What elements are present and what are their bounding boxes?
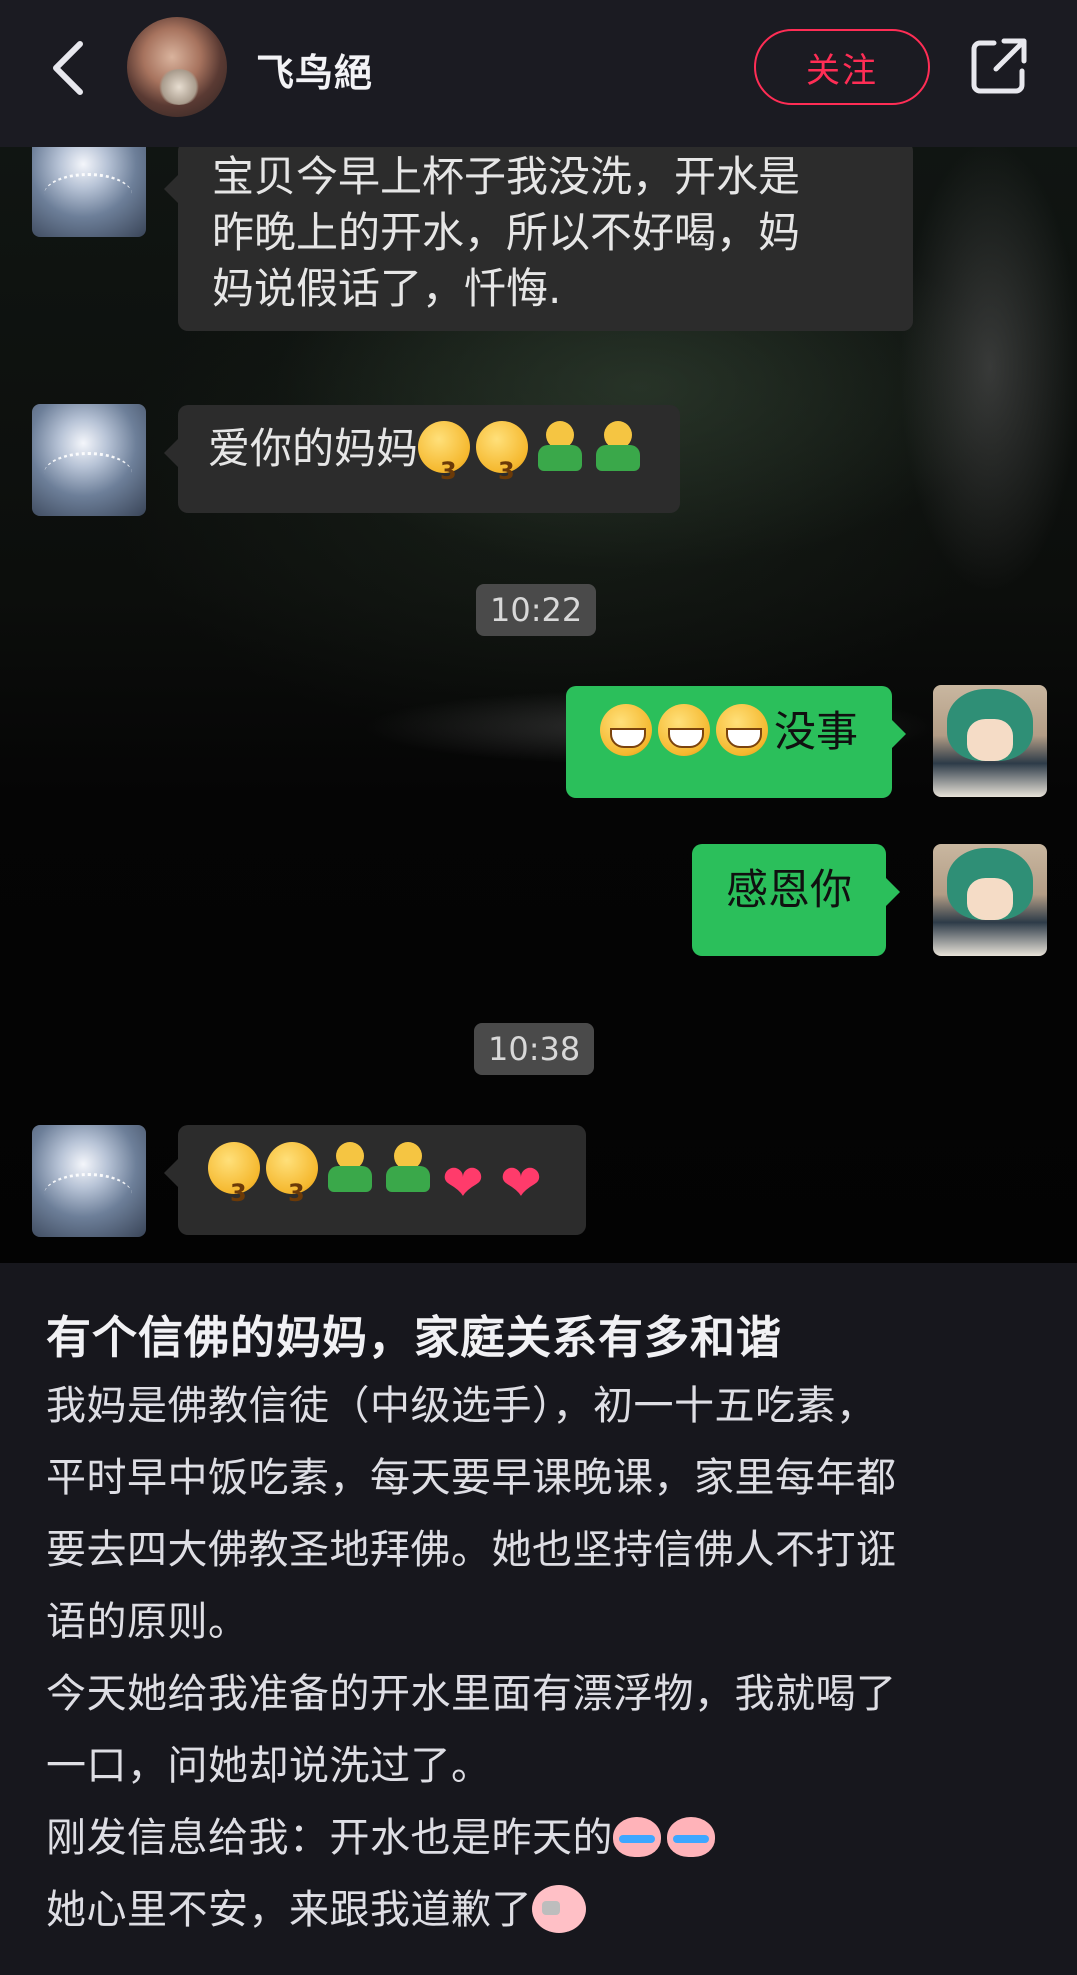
heart-icon — [440, 1138, 492, 1228]
grinning-face-icon — [716, 704, 768, 756]
post-line: 语的原则。 — [46, 1599, 249, 1645]
message-text: 爱你的妈妈 — [208, 424, 419, 473]
grinning-face-icon — [658, 704, 710, 756]
mom-avatar — [32, 147, 146, 237]
hugging-person-icon — [382, 1142, 434, 1194]
message-text-line: 昨晚上的开水，所以不好喝，妈 — [212, 208, 801, 257]
message-bubble — [164, 1125, 586, 1238]
timestamp: 10:38 — [474, 1023, 595, 1075]
username[interactable]: 飞鸟絕 — [256, 42, 373, 97]
mom-avatar — [32, 1125, 146, 1237]
post-content: 有个信佛的妈妈，家庭关系有多和谐 我妈是佛教信徒（中级选手），初一十五吃素， 平… — [0, 1263, 1077, 1975]
kissing-face-icon — [266, 1142, 318, 1238]
share-external-icon[interactable] — [970, 37, 1028, 95]
post-line: 平时早中饭吃素，每天要早课晚课，家里每年都 — [46, 1455, 897, 1501]
post-body: 我妈是佛教信徒（中级选手），初一十五吃素， 平时早中饭吃素，每天要早课晚课，家里… — [46, 1370, 1046, 1946]
heart-icon — [498, 1138, 550, 1228]
avatar[interactable] — [127, 17, 227, 117]
post-line: 我妈是佛教信徒（中级选手），初一十五吃素， — [46, 1383, 877, 1429]
chat-screenshot[interactable]: 宝贝今早上杯子我没洗，开水是 昨晚上的开水，所以不好喝，妈 妈说假话了，忏悔. … — [0, 147, 1077, 1263]
top-bar: 飞鸟絕 关注 — [0, 0, 1077, 147]
follow-button[interactable]: 关注 — [754, 29, 930, 105]
message-text-line: 妈说假话了，忏悔. — [212, 264, 562, 313]
post-line-text: 她心里不安，来跟我道歉了 — [46, 1887, 532, 1933]
post-line: 今天她给我准备的开水里面有漂浮物，我就喝了 — [46, 1671, 897, 1717]
message-bubble: 宝贝今早上杯子我没洗，开水是 昨晚上的开水，所以不好喝，妈 妈说假话了，忏悔. — [164, 147, 913, 331]
hugging-person-icon — [592, 421, 644, 473]
my-avatar — [933, 844, 1047, 956]
grinning-face-icon — [600, 704, 652, 756]
kissing-face-icon — [476, 421, 529, 515]
post-line: 一口，问她却说洗过了。 — [46, 1743, 492, 1789]
post-line-text: 刚发信息给我：开水也是昨天的 — [46, 1815, 613, 1861]
kissing-face-icon — [208, 1142, 260, 1238]
hugging-person-icon — [324, 1142, 376, 1194]
post-line: 刚发信息给我：开水也是昨天的 — [46, 1802, 1046, 1874]
kissing-face-icon — [418, 421, 471, 515]
post-line: 要去四大佛教圣地拜佛。她也坚持信佛人不打诳 — [46, 1527, 897, 1573]
timestamp: 10:22 — [476, 584, 597, 636]
my-avatar — [933, 685, 1047, 797]
message-bubble: 没事 — [566, 686, 907, 798]
message-text: 感恩你 — [726, 865, 853, 914]
message-bubble: 感恩你 — [692, 844, 901, 956]
thinking-face-icon — [532, 1885, 586, 1933]
message-bubble: 爱你的妈妈 — [163, 405, 681, 515]
crying-face-icon — [667, 1817, 715, 1857]
mom-avatar — [32, 404, 146, 516]
post-title: 有个信佛的妈妈，家庭关系有多和谐 — [46, 1311, 783, 1364]
message-text: 没事 — [774, 707, 859, 756]
post-line: 她心里不安，来跟我道歉了 — [46, 1874, 1046, 1946]
hugging-person-icon — [534, 421, 586, 473]
chevron-left-icon[interactable] — [46, 38, 90, 98]
message-text-line: 宝贝今早上杯子我没洗，开水是 — [212, 152, 801, 201]
crying-face-icon — [613, 1817, 661, 1857]
